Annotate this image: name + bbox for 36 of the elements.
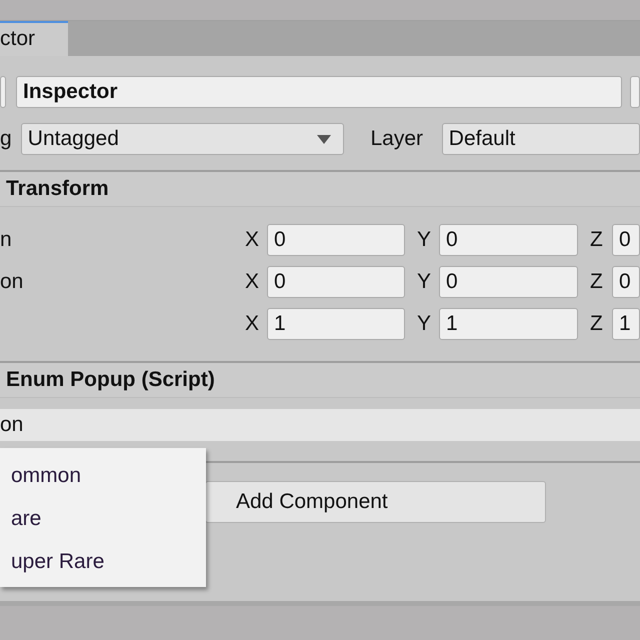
axis-label: X	[245, 312, 260, 336]
menu-item[interactable]: uper Rare	[11, 540, 206, 583]
number-field[interactable]: 1	[612, 308, 640, 340]
axis-label: X	[245, 228, 260, 252]
axis-label: Z	[590, 312, 604, 336]
number-field[interactable]: 0	[612, 224, 640, 256]
number-field[interactable]: 1	[439, 308, 578, 340]
layer-dropdown[interactable]: Default	[442, 123, 640, 155]
number-field[interactable]: 1	[267, 308, 405, 340]
number-field[interactable]: 0	[612, 266, 640, 298]
component-header[interactable]: Enum Popup (Script)	[0, 361, 640, 398]
axis-label: Y	[417, 312, 432, 336]
axis-label: Y	[417, 270, 432, 294]
menu-item[interactable]: are	[11, 497, 206, 540]
layer-label: Layer	[370, 127, 424, 151]
axis-label: Z	[590, 228, 604, 252]
static-checkbox[interactable]	[630, 76, 640, 108]
number-field[interactable]: 0	[267, 266, 405, 298]
component-header[interactable]: Transform	[0, 170, 640, 207]
axis-label: Y	[417, 228, 432, 252]
active-checkbox[interactable]	[0, 76, 6, 108]
inspector-tab[interactable]: ctor	[0, 21, 68, 56]
enum-dropdown[interactable]: on	[0, 409, 640, 441]
property-label: on	[0, 270, 24, 294]
axis-label: Z	[590, 270, 604, 294]
number-field[interactable]: 0	[439, 224, 578, 256]
menu-item[interactable]: ommon	[11, 454, 206, 497]
axis-label: X	[245, 270, 260, 294]
tag-label: g	[0, 127, 13, 151]
tag-dropdown[interactable]: Untagged	[20, 123, 344, 155]
add-component-button[interactable]: Add Component	[205, 481, 546, 523]
caret-icon	[316, 134, 331, 144]
number-field[interactable]: 0	[267, 224, 405, 256]
number-field[interactable]: 0	[439, 266, 578, 298]
property-label: n	[0, 228, 13, 252]
object-name-field[interactable]: Inspector	[16, 76, 622, 108]
